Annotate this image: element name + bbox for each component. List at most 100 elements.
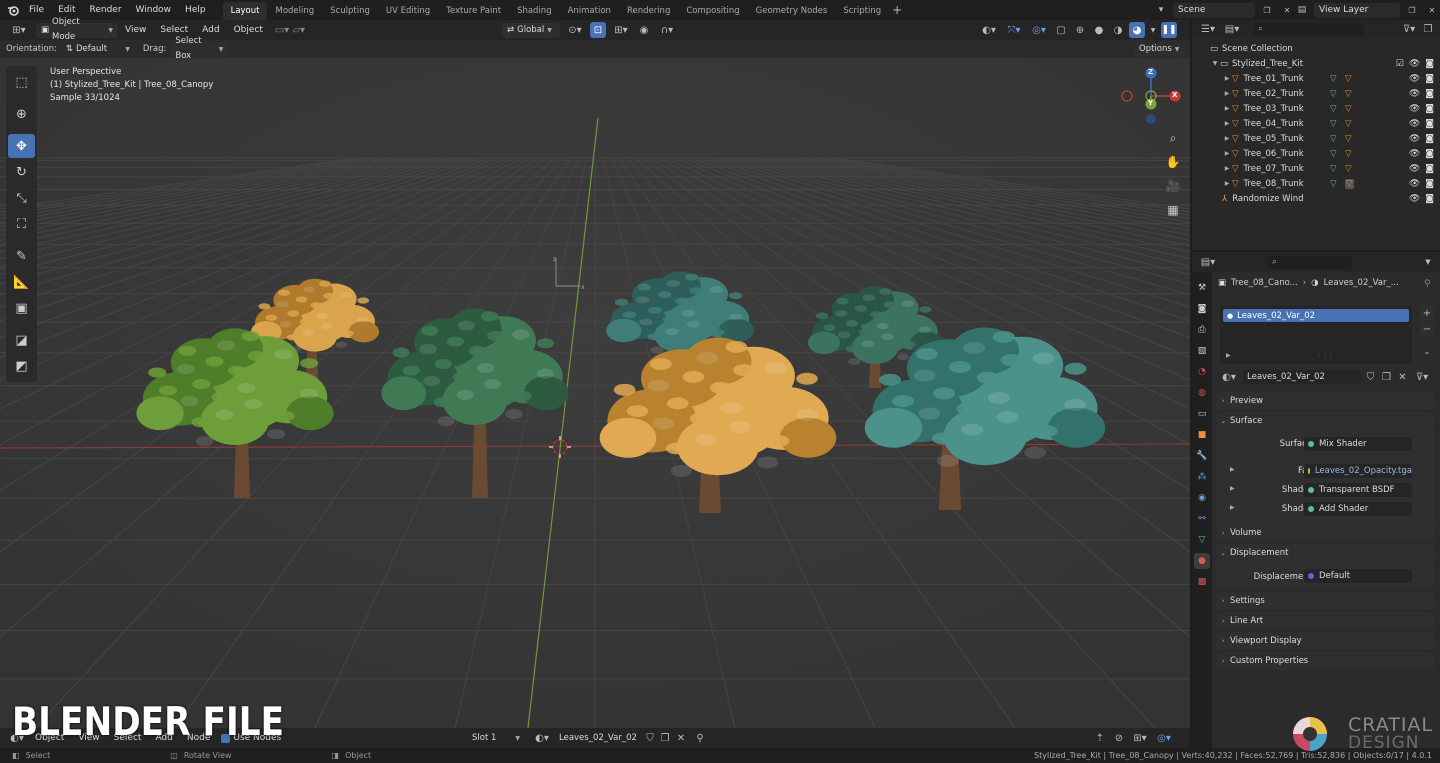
- scale-tool-icon[interactable]: ⤡: [8, 186, 35, 210]
- expand-triangle-icon[interactable]: ▶: [1222, 135, 1232, 142]
- pin-icon[interactable]: ⚲: [1424, 279, 1431, 289]
- tab-geometry-nodes[interactable]: Geometry Nodes: [748, 2, 836, 20]
- shader1-field[interactable]: Transparent BSDF: [1304, 483, 1412, 497]
- menu-help[interactable]: Help: [178, 0, 213, 20]
- duplicate-material-icon[interactable]: ❐: [1380, 369, 1393, 385]
- menu-file[interactable]: File: [22, 0, 51, 20]
- render-camera-icon[interactable]: ◙: [1425, 59, 1434, 69]
- pause-render-icon[interactable]: ❚❚: [1161, 22, 1177, 38]
- drag-setting[interactable]: Select Box ▼: [170, 36, 229, 61]
- render-camera-icon[interactable]: ◙: [1425, 119, 1434, 129]
- transform-orientation[interactable]: ⇄ Global ▼: [502, 22, 560, 38]
- visibility-icon[interactable]: ◐▾: [978, 22, 1000, 38]
- snap-icon[interactable]: ⊡: [590, 22, 606, 38]
- fake-user-icon[interactable]: ⛉: [642, 730, 658, 746]
- outliner-item-tree-01-trunk[interactable]: ▶ ▽ Tree_01_Trunk ▽ ▽ 👁 ◙: [1192, 71, 1440, 86]
- fac-expand-icon[interactable]: ▶: [1230, 466, 1235, 473]
- shading-material-icon[interactable]: ◑: [1110, 22, 1126, 38]
- collapse-triangle-icon[interactable]: ▼: [1210, 60, 1220, 67]
- shading-wireframe-icon[interactable]: ⊕: [1072, 22, 1088, 38]
- falloff-icon[interactable]: ∩▾: [656, 22, 678, 38]
- unlink-material-icon[interactable]: ✕: [1396, 369, 1409, 385]
- new-collection-icon[interactable]: ❐: [1420, 21, 1436, 37]
- outliner-item-tree-06-trunk[interactable]: ▶ ▽ Tree_06_Trunk ▽ ▽ 👁 ◙: [1192, 146, 1440, 161]
- select-box-tool-icon[interactable]: ⬚: [8, 70, 35, 94]
- eye-icon[interactable]: 👁: [1409, 59, 1420, 69]
- material-slot-list[interactable]: ● Leaves_02_Var_02 ▶ ⋮⋮⋮: [1220, 306, 1412, 364]
- shading-solid-icon[interactable]: ●: [1091, 22, 1107, 38]
- pivot-icon[interactable]: ⊙▾: [564, 22, 586, 38]
- checkbox-icon[interactable]: ☑: [1396, 59, 1404, 69]
- texture-tab-icon[interactable]: ▩: [1194, 574, 1210, 590]
- outliner-item-tree-04-trunk[interactable]: ▶ ▽ Tree_04_Trunk ▽ ▽ 👁 ◙: [1192, 116, 1440, 131]
- outliner-editor-type-icon[interactable]: ☰▾: [1196, 21, 1220, 37]
- outliner-scene-collection[interactable]: ▭ Scene Collection: [1192, 41, 1440, 56]
- expand-triangle-icon[interactable]: ▶: [1226, 352, 1231, 359]
- panel-custom-properties[interactable]: › Custom Properties: [1216, 652, 1434, 670]
- node-link-icon[interactable]: ⊽▾: [1412, 369, 1432, 385]
- fake-user-icon[interactable]: ⛉: [1364, 369, 1377, 385]
- eye-icon[interactable]: 👁: [1409, 194, 1420, 204]
- view-layer-selector[interactable]: View Layer: [1314, 2, 1400, 18]
- displacement-field[interactable]: Default: [1304, 569, 1412, 583]
- new-scene-icon[interactable]: ❐: [1259, 2, 1275, 18]
- delete-scene-icon[interactable]: ✕: [1279, 2, 1295, 18]
- tab-modeling[interactable]: Modeling: [267, 2, 322, 20]
- material-browse-icon[interactable]: ◐▾: [1218, 369, 1240, 385]
- render-camera-icon[interactable]: ◙: [1425, 179, 1434, 189]
- add-cube-tool-icon[interactable]: ▣: [8, 296, 35, 320]
- transform-extra-tool-icon[interactable]: ◩: [8, 354, 35, 378]
- material-tab-icon[interactable]: ●: [1194, 553, 1210, 569]
- pan-hand-icon[interactable]: ✋: [1163, 152, 1183, 172]
- expand-triangle-icon[interactable]: ▶: [1222, 105, 1232, 112]
- panel-settings[interactable]: › Settings: [1216, 592, 1434, 610]
- render-tab-icon[interactable]: ◙: [1194, 301, 1210, 317]
- render-camera-icon[interactable]: ◙: [1425, 134, 1434, 144]
- tab-shading[interactable]: Shading: [509, 2, 560, 20]
- render-camera-icon[interactable]: ◙: [1425, 194, 1434, 204]
- outliner-item-tree-07-trunk[interactable]: ▶ ▽ Tree_07_Trunk ▽ ▽ 👁 ◙: [1192, 161, 1440, 176]
- menu-object[interactable]: Object: [227, 20, 270, 40]
- expand-triangle-icon[interactable]: ▶: [1222, 150, 1232, 157]
- pin-icon[interactable]: ⚲: [692, 730, 708, 746]
- collection-tab-icon[interactable]: ▭: [1194, 406, 1210, 422]
- footer-material-field[interactable]: Leaves_02_Var_02: [554, 730, 642, 746]
- cursor-tool-icon[interactable]: ⊕: [8, 102, 35, 126]
- outliner-search-input[interactable]: ⌕: [1254, 22, 1364, 36]
- outliner-item-tree-02-trunk[interactable]: ▶ ▽ Tree_02_Trunk ▽ ▽ 👁 ◙: [1192, 86, 1440, 101]
- outliner-item-tree-08-trunk[interactable]: ▶ ▽ Tree_08_Trunk ▽ ▽ 👁 ◙: [1192, 176, 1440, 191]
- expand-triangle-icon[interactable]: ▶: [1222, 165, 1232, 172]
- material-browse-icon[interactable]: ◐▾: [532, 730, 552, 746]
- panel-surface[interactable]: ⌄ Surface: [1216, 412, 1434, 430]
- slot-selector[interactable]: Slot 1 ▼: [467, 730, 525, 746]
- resize-handle-icon[interactable]: ⋮⋮⋮: [1316, 352, 1334, 359]
- navigation-gizmo[interactable]: Z Y X: [1118, 66, 1186, 126]
- render-camera-icon[interactable]: ◙: [1425, 104, 1434, 114]
- properties-search-input[interactable]: ⌕: [1268, 255, 1352, 269]
- ruler-icon[interactable]: ▭▾ ▱▾: [270, 22, 310, 38]
- eye-icon[interactable]: 👁: [1409, 89, 1420, 99]
- orientation-setting[interactable]: ⇅ Default ▼: [60, 41, 135, 57]
- outliner-item-tree-05-trunk[interactable]: ▶ ▽ Tree_05_Trunk ▽ ▽ 👁 ◙: [1192, 131, 1440, 146]
- eye-icon[interactable]: 👁: [1409, 119, 1420, 129]
- footer-snap-icon[interactable]: ⊘: [1111, 730, 1127, 746]
- material-slot-item[interactable]: ● Leaves_02_Var_02: [1223, 309, 1409, 322]
- xray-icon[interactable]: ▢: [1053, 22, 1069, 38]
- blender-logo-icon[interactable]: [4, 2, 22, 18]
- footer-grid-icon[interactable]: ⊞▾: [1130, 730, 1150, 746]
- filter-icon[interactable]: ⊽▾: [1398, 21, 1420, 37]
- tab-animation[interactable]: Animation: [560, 2, 619, 20]
- add-slot-icon[interactable]: +: [1420, 306, 1434, 320]
- 3d-viewport[interactable]: z x: [0, 58, 1190, 728]
- tab-sculpting[interactable]: Sculpting: [322, 2, 378, 20]
- editor-type-icon[interactable]: ⊞▾: [6, 22, 32, 38]
- render-camera-icon[interactable]: ◙: [1425, 89, 1434, 99]
- options-button[interactable]: Options ▼: [1134, 41, 1186, 57]
- panel-volume[interactable]: › Volume: [1216, 524, 1434, 542]
- particles-tab-icon[interactable]: ⁂: [1194, 469, 1210, 485]
- snap-target-icon[interactable]: ⊞▾: [610, 22, 632, 38]
- add-workspace-icon[interactable]: +: [889, 2, 905, 18]
- annotate-tool-icon[interactable]: ✎: [8, 244, 35, 268]
- eye-icon[interactable]: 👁: [1409, 134, 1420, 144]
- expand-triangle-icon[interactable]: ▶: [1222, 75, 1232, 82]
